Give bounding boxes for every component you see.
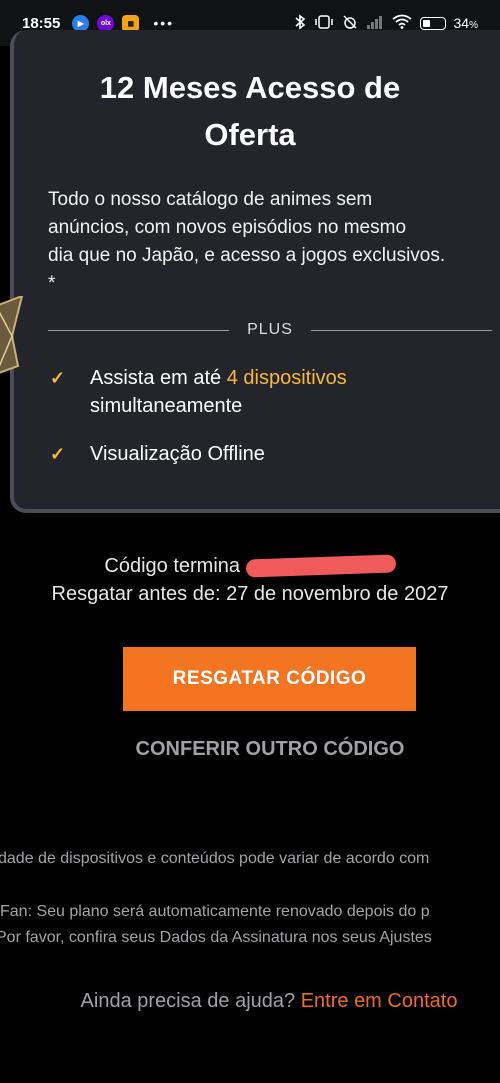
help-question: Ainda precisa de ajuda? bbox=[80, 990, 301, 1012]
feature-devices: ✓ Assista em até 4 dispositivos simultan… bbox=[50, 364, 347, 420]
battery-icon bbox=[419, 16, 446, 30]
redeem-deadline: Resgatar antes de: 27 de novembro de 202… bbox=[51, 583, 449, 605]
shopping-bag-icon: ◼ bbox=[122, 14, 140, 32]
description-footnote: * bbox=[48, 273, 56, 294]
divider-line bbox=[310, 329, 493, 331]
description-line: anúncios, com novos episódios no mesmo bbox=[48, 217, 407, 238]
contact-link[interactable]: Entre em Contato bbox=[301, 990, 458, 1012]
status-time: 18:55 bbox=[22, 14, 61, 32]
redacted-code bbox=[245, 554, 396, 578]
code-ends-label: Código termina bbox=[104, 555, 241, 577]
feature-highlight: 4 dispositivos bbox=[226, 367, 347, 389]
redeem-code-button[interactable]: RESGATAR CÓDIGO bbox=[123, 647, 416, 711]
fine-print-line: dade de dispositivos e conteúdos pode va… bbox=[0, 850, 430, 867]
signal-icon bbox=[366, 15, 384, 32]
divider-line bbox=[48, 329, 230, 331]
check-other-code-button[interactable]: CONFERIR OUTRO CÓDIGO bbox=[100, 738, 440, 761]
offer-title: 12 Meses Acesso de Oferta bbox=[40, 64, 460, 158]
tier-label: PLUS bbox=[247, 321, 293, 338]
offer-description: Todo o nosso catálogo de animes sem anún… bbox=[48, 186, 498, 298]
offer-title-line1: 12 Meses Acesso de bbox=[99, 70, 401, 105]
battery-percent: 34 bbox=[453, 15, 470, 31]
description-line: dia que no Japão, e acesso a jogos exclu… bbox=[48, 245, 446, 266]
code-info: Código termina Resgatar antes de: 27 de … bbox=[0, 552, 500, 608]
description-line: Todo o nosso catálogo de animes sem bbox=[48, 189, 373, 210]
feature-offline: ✓ Visualização Offline bbox=[50, 440, 265, 468]
decorative-crystal-icon bbox=[0, 296, 24, 374]
feature-text-cont: simultaneamente bbox=[90, 395, 243, 417]
help-row: Ainda precisa de ajuda? Entre em Contato bbox=[0, 990, 500, 1013]
olx-app-icon: olx bbox=[97, 14, 115, 32]
more-notifications-icon: ••• bbox=[153, 15, 175, 31]
feature-text: Assista em até bbox=[90, 367, 227, 389]
feature-text: Visualização Offline bbox=[90, 443, 265, 465]
vibrate-icon bbox=[314, 14, 334, 32]
fine-print-line: Por favor, confira seus Dados da Assinat… bbox=[0, 929, 432, 946]
play-store-icon: ▶ bbox=[72, 14, 90, 32]
check-icon: ✓ bbox=[50, 368, 66, 388]
tier-divider: PLUS bbox=[48, 318, 493, 342]
offer-title-line2: Oferta bbox=[204, 117, 296, 152]
fine-print-line: Fan: Seu plano será automaticamente reno… bbox=[0, 903, 430, 920]
check-icon: ✓ bbox=[50, 444, 66, 464]
